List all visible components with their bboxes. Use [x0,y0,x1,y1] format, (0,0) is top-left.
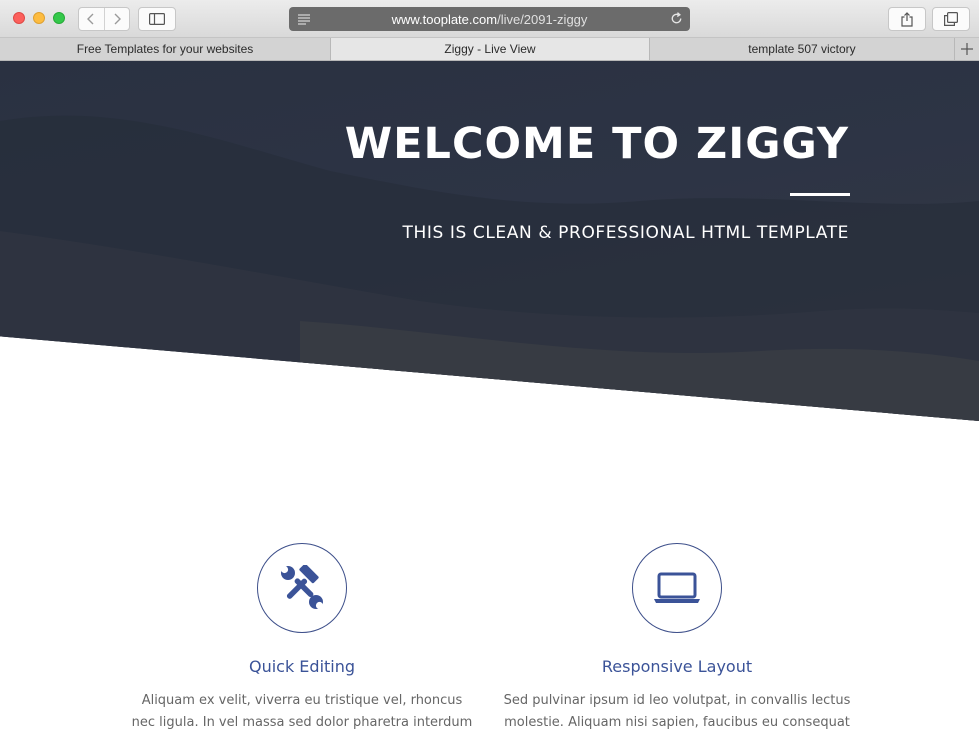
reload-icon[interactable] [669,11,684,26]
hero-section: WELCOME TO ZIGGY THIS IS CLEAN & PROFESS… [0,61,979,421]
tab-bar: Free Templates for your websites Ziggy -… [0,38,979,61]
plus-icon [961,43,973,55]
tools-icon [280,565,324,610]
history-nav [78,7,130,31]
sidebar-icon [149,13,165,25]
tab-overview-button[interactable] [932,7,970,31]
window-close-button[interactable] [13,12,25,24]
reader-icon[interactable] [297,13,311,25]
hero-title: WELCOME TO ZIGGY [344,119,849,169]
feature-description: Sed pulvinar ipsum id leo volutpat, in c… [503,693,851,730]
share-button[interactable] [888,7,926,31]
new-tab-button[interactable] [955,38,979,60]
tab-overview-icon [944,12,958,26]
tab-label: template 507 victory [748,42,856,56]
feature-icon-circle [632,543,722,633]
address-text: www.tooplate.com/live/2091-ziggy [392,12,588,27]
tab-label: Ziggy - Live View [444,42,536,56]
hero-divider [790,193,850,196]
feature-description: Aliquam ex velit, viverra eu tristique v… [131,693,473,730]
laptop-icon [654,572,700,603]
chevron-right-icon [114,13,121,25]
feature-icon-circle [257,543,347,633]
window-zoom-button[interactable] [53,12,65,24]
back-button[interactable] [79,8,104,30]
sidebar-toggle-button[interactable] [138,7,176,31]
share-icon [901,11,913,27]
forward-button[interactable] [103,8,129,30]
address-bar[interactable]: www.tooplate.com/live/2091-ziggy [289,7,690,31]
browser-titlebar: www.tooplate.com/live/2091-ziggy [0,0,979,38]
tab-template-507-victory[interactable]: template 507 victory [650,38,955,60]
tab-free-templates[interactable]: Free Templates for your websites [0,38,331,60]
url-path: /live/2091-ziggy [497,11,588,27]
url-host: www.tooplate.com [391,11,498,27]
feature-quick-editing: Quick Editing Aliquam ex velit, viverra … [122,543,482,736]
feature-responsive-layout: Responsive Layout Sed pulvinar ipsum id … [497,543,857,736]
hero-subtitle: THIS IS CLEAN & PROFESSIONAL HTML TEMPLA… [402,223,849,243]
chevron-left-icon [87,13,94,25]
tab-ziggy-live-view[interactable]: Ziggy - Live View [331,38,650,60]
tab-label: Free Templates for your websites [76,42,254,56]
window-minimize-button[interactable] [33,12,45,24]
feature-title: Responsive Layout [601,657,753,676]
feature-title: Quick Editing [248,657,356,676]
